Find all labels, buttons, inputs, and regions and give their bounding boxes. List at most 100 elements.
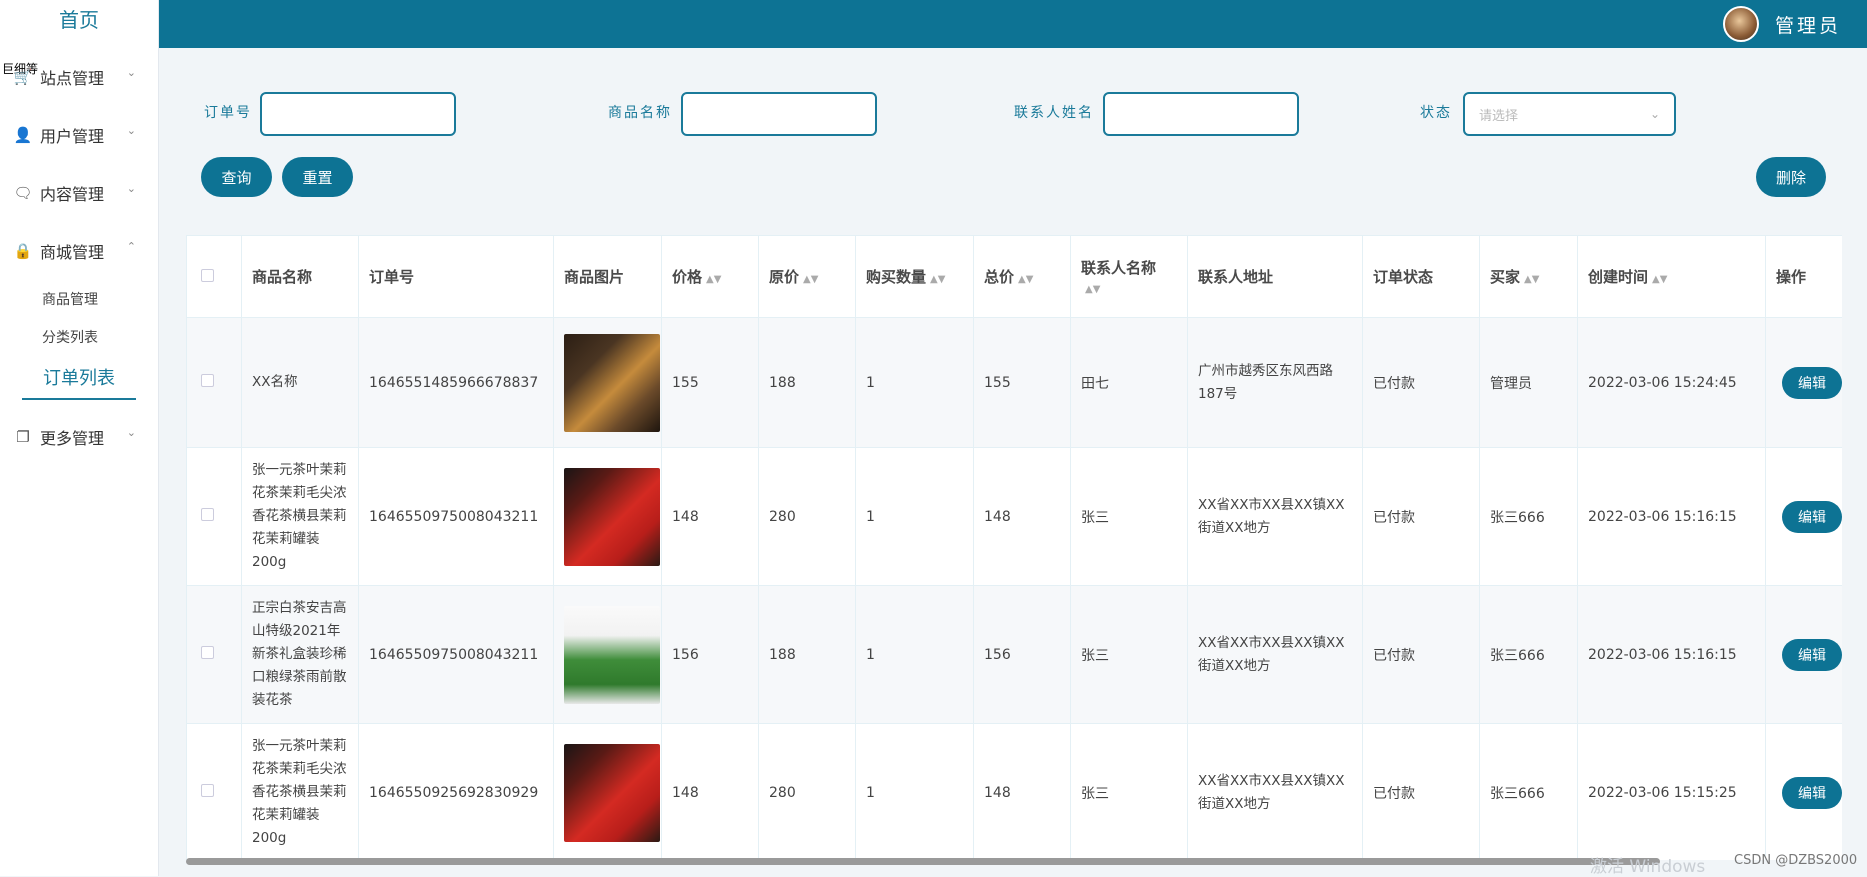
cell-status: 已付款 xyxy=(1362,585,1480,724)
chevron-up-icon: ⌃ xyxy=(126,240,136,253)
table-row: 张一元茶叶茉莉花茶茉莉毛尖浓香花茶横县茉莉花茉莉罐装200g 164655092… xyxy=(186,723,1842,860)
cell-qty: 1 xyxy=(855,317,974,448)
goods-name-input[interactable] xyxy=(681,92,877,136)
menu-label: 用户管理 xyxy=(40,127,105,146)
cell-goods-name: XX名称 xyxy=(241,317,359,448)
filter-bar: 订单号 商品名称 联系人姓名 状态 请选择 ⌄ xyxy=(190,90,1830,138)
col-order-no: 订单号 xyxy=(358,235,554,318)
row-checkbox[interactable] xyxy=(201,374,214,387)
row-checkbox[interactable] xyxy=(201,784,214,797)
cell-order-no: 1646550975008043211 xyxy=(358,585,554,724)
col-goods-name: 商品名称 xyxy=(241,235,359,318)
col-buyer[interactable]: 买家 ▲▼ xyxy=(1479,235,1578,318)
cell-status: 已付款 xyxy=(1362,723,1480,860)
col-order-status: 订单状态 xyxy=(1362,235,1480,318)
sort-icon[interactable]: ▲▼ xyxy=(1018,274,1033,285)
cell-price: 148 xyxy=(661,447,759,586)
cell-contact: 张三 xyxy=(1070,447,1188,586)
edit-button[interactable]: 编辑 xyxy=(1782,500,1842,533)
top-bar: 管理员 xyxy=(159,0,1867,48)
avatar[interactable] xyxy=(1722,6,1759,42)
sort-icon[interactable]: ▲▼ xyxy=(1652,274,1667,285)
menu-item-mall[interactable]: 🔒 商城管理 ⌃ xyxy=(0,222,158,280)
sub-item-goods[interactable]: 商品管理 xyxy=(0,280,158,318)
orders-table: 商品名称 订单号 商品图片 价格 ▲▼ 原价 ▲▼ 购买数量 ▲▼ 总价 ▲▼ 联系人名… xyxy=(186,235,1842,860)
lock-icon: 🔒 xyxy=(13,242,33,260)
cell-goods-name: 张一元茶叶茉莉花茶茉莉毛尖浓香花茶横县茉莉花茉莉罐装200g xyxy=(241,447,359,586)
table-row: 张一元茶叶茉莉花茶茉莉毛尖浓香花茶横县茉莉花茉莉罐装200g 164655097… xyxy=(186,447,1842,586)
col-price[interactable]: 价格 ▲▼ xyxy=(661,235,759,318)
menu-item-content[interactable]: 🗨 内容管理 ⌄ xyxy=(0,164,158,222)
cell-order-no: 1646550975008043211 xyxy=(358,447,554,586)
goods-image[interactable] xyxy=(564,605,660,704)
query-button[interactable]: 查询 xyxy=(201,157,272,197)
col-actions: 操作 xyxy=(1765,235,1842,318)
cell-time: 2022-03-06 15:16:15 xyxy=(1577,585,1766,724)
home-link[interactable]: 首页 xyxy=(0,0,158,48)
cell-contact: 张三 xyxy=(1070,723,1188,860)
contact-name-input[interactable] xyxy=(1103,92,1299,136)
goods-image[interactable] xyxy=(564,467,660,566)
goods-image[interactable] xyxy=(564,333,660,432)
menu-item-users[interactable]: 👤 用户管理 ⌄ xyxy=(0,106,158,164)
cell-total: 155 xyxy=(973,317,1071,448)
edit-button[interactable]: 编辑 xyxy=(1782,776,1842,809)
sort-icon[interactable]: ▲▼ xyxy=(1085,284,1100,295)
col-orig-label: 原价 xyxy=(769,268,800,286)
cell-time: 2022-03-06 15:24:45 xyxy=(1577,317,1766,448)
row-checkbox[interactable] xyxy=(201,646,214,659)
cell-contact: 田七 xyxy=(1070,317,1188,448)
cell-buyer: 张三666 xyxy=(1479,723,1578,860)
menu-item-site[interactable]: 🛒 站点管理 ⌄ xyxy=(0,48,158,106)
contact-name-label: 联系人姓名 xyxy=(1014,105,1094,121)
cell-time: 2022-03-06 15:16:15 xyxy=(1577,447,1766,586)
edit-button[interactable]: 编辑 xyxy=(1782,638,1842,671)
edit-button[interactable]: 编辑 xyxy=(1782,366,1842,399)
col-qty[interactable]: 购买数量 ▲▼ xyxy=(855,235,974,318)
sub-item-orders[interactable]: 订单列表 xyxy=(22,356,136,400)
cell-total: 148 xyxy=(973,447,1071,586)
goods-image[interactable] xyxy=(564,743,660,842)
col-total-label: 总价 xyxy=(984,268,1015,286)
cell-buyer: 张三666 xyxy=(1479,447,1578,586)
menu-label: 内容管理 xyxy=(40,185,105,204)
horizontal-scrollbar[interactable] xyxy=(186,858,1660,865)
menu-label: 商城管理 xyxy=(40,243,105,262)
cell-orig-price: 280 xyxy=(758,723,856,860)
row-checkbox[interactable] xyxy=(201,508,214,521)
delete-button[interactable]: 删除 xyxy=(1756,157,1826,197)
col-contact-name[interactable]: 联系人名称 ▲▼ xyxy=(1070,235,1188,318)
col-orig-price[interactable]: 原价 ▲▼ xyxy=(758,235,856,318)
sub-item-category[interactable]: 分类列表 xyxy=(0,318,158,356)
reset-button[interactable]: 重置 xyxy=(282,157,353,197)
table-row: XX名称 1646551485966678837 155 188 1 155 田… xyxy=(186,317,1842,448)
col-goods-image: 商品图片 xyxy=(553,235,662,318)
order-no-input[interactable] xyxy=(260,92,456,136)
cell-contact: 张三 xyxy=(1070,585,1188,724)
col-total[interactable]: 总价 ▲▼ xyxy=(973,235,1071,318)
col-contact-label: 联系人名称 xyxy=(1081,259,1157,277)
sort-icon[interactable]: ▲▼ xyxy=(706,274,721,285)
cell-address: XX省XX市XX县XX镇XX街道XX地方 xyxy=(1187,447,1363,586)
user-icon: 👤 xyxy=(13,126,33,144)
chevron-down-icon: ⌄ xyxy=(126,66,136,79)
cart-icon: 🛒 xyxy=(13,68,33,86)
col-created-time[interactable]: 创建时间 ▲▼ xyxy=(1577,235,1766,318)
cell-address: XX省XX市XX县XX镇XX街道XX地方 xyxy=(1187,723,1363,860)
sort-icon[interactable]: ▲▼ xyxy=(1524,274,1539,285)
user-name[interactable]: 管理员 xyxy=(1775,11,1841,38)
cell-goods-name: 张一元茶叶茉莉花茶茉莉毛尖浓香花茶横县茉莉花茉莉罐装200g xyxy=(241,723,359,860)
col-contact-address: 联系人地址 xyxy=(1187,235,1363,318)
status-select[interactable]: 请选择 ⌄ xyxy=(1463,92,1676,136)
cell-status: 已付款 xyxy=(1362,317,1480,448)
cell-qty: 1 xyxy=(855,585,974,724)
cell-address: XX省XX市XX县XX镇XX街道XX地方 xyxy=(1187,585,1363,724)
sort-icon[interactable]: ▲▼ xyxy=(803,274,818,285)
cell-price: 148 xyxy=(661,723,759,860)
menu-label: 站点管理 xyxy=(40,69,105,88)
sort-icon[interactable]: ▲▼ xyxy=(930,274,945,285)
select-all-checkbox[interactable] xyxy=(201,268,214,282)
menu-item-more[interactable]: ❐ 更多管理 ⌄ xyxy=(0,408,158,466)
cell-order-no: 1646551485966678837 xyxy=(358,317,554,448)
order-no-label: 订单号 xyxy=(204,105,252,121)
